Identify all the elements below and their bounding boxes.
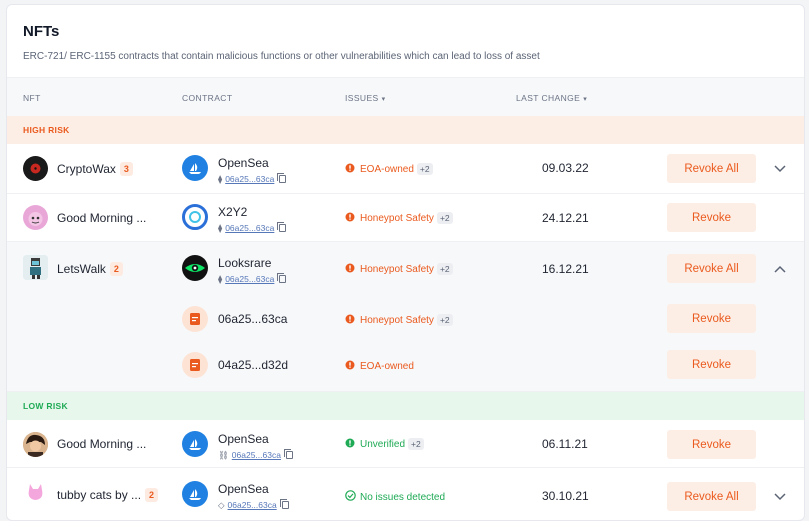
- contract-address[interactable]: ⧫ 06a25...63ca: [218, 173, 287, 185]
- contract-address[interactable]: ◇ 06a25...63ca: [218, 499, 289, 511]
- contract-name[interactable]: OpenSea: [218, 482, 269, 496]
- nft-name[interactable]: Good Morning ...: [57, 211, 146, 225]
- nft-avatar: [23, 205, 48, 230]
- check-circle-icon: [345, 490, 356, 501]
- nft-avatar: [23, 481, 48, 506]
- table-row: CryptoWax 3 OpenSea ⧫ 06a25...63ca EOA-own…: [7, 144, 804, 194]
- chevron-down-icon[interactable]: [773, 490, 787, 504]
- warning-bug-icon: [345, 212, 355, 222]
- contract-address[interactable]: ⧫ 06a25...63ca: [218, 222, 287, 234]
- last-change-date: 16.12.21: [542, 262, 589, 276]
- warning-bug-icon: [345, 163, 355, 173]
- issue-count-badge[interactable]: +2: [436, 263, 453, 275]
- page-title: NFTs: [23, 23, 60, 40]
- issue-count-badge[interactable]: +2: [408, 438, 424, 450]
- copy-icon[interactable]: [277, 222, 287, 232]
- sort-caret-icon: ▾: [381, 96, 386, 103]
- nft-name[interactable]: LetsWalk 2: [57, 262, 123, 276]
- contract-address[interactable]: ⛓ 06a25...63ca: [218, 449, 293, 461]
- issue-count-badge[interactable]: +2: [416, 163, 433, 175]
- issue-label: Honeypot Safety +2: [345, 212, 453, 224]
- table-row: Good Morning ... X2Y2 ⧫ 06a25...63ca Hone…: [7, 194, 804, 242]
- warning-bug-icon: [345, 314, 355, 324]
- issue-label: EOA-owned +2: [345, 163, 433, 175]
- table-header: NFT CONTRACT ISSUES ▾ LAST CHANGE ▾: [7, 77, 804, 117]
- contract-document-icon: [182, 306, 208, 332]
- copy-icon[interactable]: [279, 499, 289, 509]
- issue-label: Honeypot Safety +2: [345, 314, 453, 326]
- column-contract: CONTRACT: [182, 93, 233, 103]
- looksrare-logo-icon: [182, 255, 208, 281]
- count-badge: 2: [145, 488, 159, 502]
- chevron-down-icon[interactable]: [773, 162, 787, 176]
- nft-avatar: [23, 255, 48, 280]
- ethereum-icon: ⧫: [218, 223, 223, 233]
- panel-header: NFTs ERC-721/ ERC-1155 contracts that co…: [7, 5, 804, 77]
- unverified-badge-icon: [345, 438, 355, 448]
- pixel-character-icon: [23, 255, 48, 280]
- contract-name[interactable]: X2Y2: [218, 205, 247, 219]
- nft-avatar: [23, 156, 48, 181]
- revoke-all-button[interactable]: Revoke All: [667, 482, 756, 511]
- contract-name[interactable]: OpenSea: [218, 156, 269, 170]
- nft-name[interactable]: CryptoWax 3: [57, 162, 133, 176]
- revoke-all-button[interactable]: Revoke All: [667, 254, 756, 283]
- pink-cat-icon: [28, 484, 43, 500]
- last-change-date: 30.10.21: [542, 489, 589, 503]
- opensea-logo-icon: [182, 431, 208, 457]
- table-row: tubby cats by ... 2 OpenSea ◇ 06a25...63ca…: [7, 468, 804, 520]
- section-high-risk: HIGH RISK: [7, 116, 804, 144]
- warning-bug-icon: [345, 263, 355, 273]
- spender-address[interactable]: 06a25...63ca: [218, 312, 287, 326]
- count-badge: 3: [119, 162, 133, 176]
- issue-label: Unverified +2: [345, 438, 424, 450]
- contract-name[interactable]: OpenSea: [218, 432, 269, 446]
- column-last-change[interactable]: LAST CHANGE ▾: [516, 93, 587, 103]
- revoke-button[interactable]: Revoke: [667, 350, 756, 379]
- last-change-date: 24.12.21: [542, 211, 589, 225]
- section-low-risk: LOW RISK: [7, 392, 804, 420]
- link-chain-icon: ⛓: [218, 450, 229, 460]
- count-badge: 2: [109, 262, 123, 276]
- nft-name[interactable]: Good Morning ...: [57, 437, 146, 451]
- nft-avatar: [23, 432, 48, 457]
- chevron-up-icon[interactable]: [773, 262, 787, 276]
- contract-address[interactable]: ⧫ 06a25...63ca: [218, 273, 287, 285]
- cryptowax-record-icon: [23, 156, 48, 181]
- page-subtitle: ERC-721/ ERC-1155 contracts that contain…: [23, 51, 540, 62]
- opensea-logo-icon: [182, 481, 208, 507]
- cartoon-face-icon: [23, 205, 48, 230]
- issue-label: Honeypot Safety +2: [345, 263, 453, 275]
- bnb-chain-icon: ◇: [218, 500, 225, 510]
- issue-label: No issues detected: [345, 490, 445, 503]
- copy-icon[interactable]: [277, 273, 287, 283]
- portrait-icon: [23, 432, 48, 457]
- revoke-button[interactable]: Revoke: [667, 203, 756, 232]
- nft-name[interactable]: tubby cats by ... 2: [57, 488, 159, 502]
- nft-risk-panel: NFTs ERC-721/ ERC-1155 contracts that co…: [6, 4, 805, 521]
- table-row: Good Morning ... OpenSea ⛓ 06a25...63ca U…: [7, 420, 804, 468]
- column-nft: NFT: [23, 93, 41, 103]
- copy-icon[interactable]: [277, 173, 287, 183]
- table-row-expanded: LetsWalk 2 Looksrare ⧫ 06a25...63ca Honeyp…: [7, 242, 804, 392]
- revoke-button[interactable]: Revoke: [667, 304, 756, 333]
- issue-count-badge[interactable]: +2: [436, 212, 453, 224]
- revoke-button[interactable]: Revoke: [667, 430, 756, 459]
- last-change-date: 06.11.21: [542, 437, 588, 451]
- sort-caret-icon: ▾: [583, 96, 588, 103]
- ethereum-icon: ⧫: [218, 174, 223, 184]
- ethereum-icon: ⧫: [218, 274, 223, 284]
- revoke-all-button[interactable]: Revoke All: [667, 154, 756, 183]
- spender-address[interactable]: 04a25...d32d: [218, 358, 288, 372]
- issue-count-badge[interactable]: +2: [436, 314, 453, 326]
- contract-document-icon: [182, 352, 208, 378]
- last-change-date: 09.03.22: [542, 161, 589, 175]
- contract-name[interactable]: Looksrare: [218, 256, 271, 270]
- issue-label: EOA-owned: [345, 360, 414, 372]
- opensea-logo-icon: [182, 155, 208, 181]
- column-issues[interactable]: ISSUES ▾: [345, 93, 386, 103]
- copy-icon[interactable]: [283, 449, 293, 459]
- warning-bug-icon: [345, 360, 355, 370]
- x2y2-logo-icon: [182, 204, 208, 230]
